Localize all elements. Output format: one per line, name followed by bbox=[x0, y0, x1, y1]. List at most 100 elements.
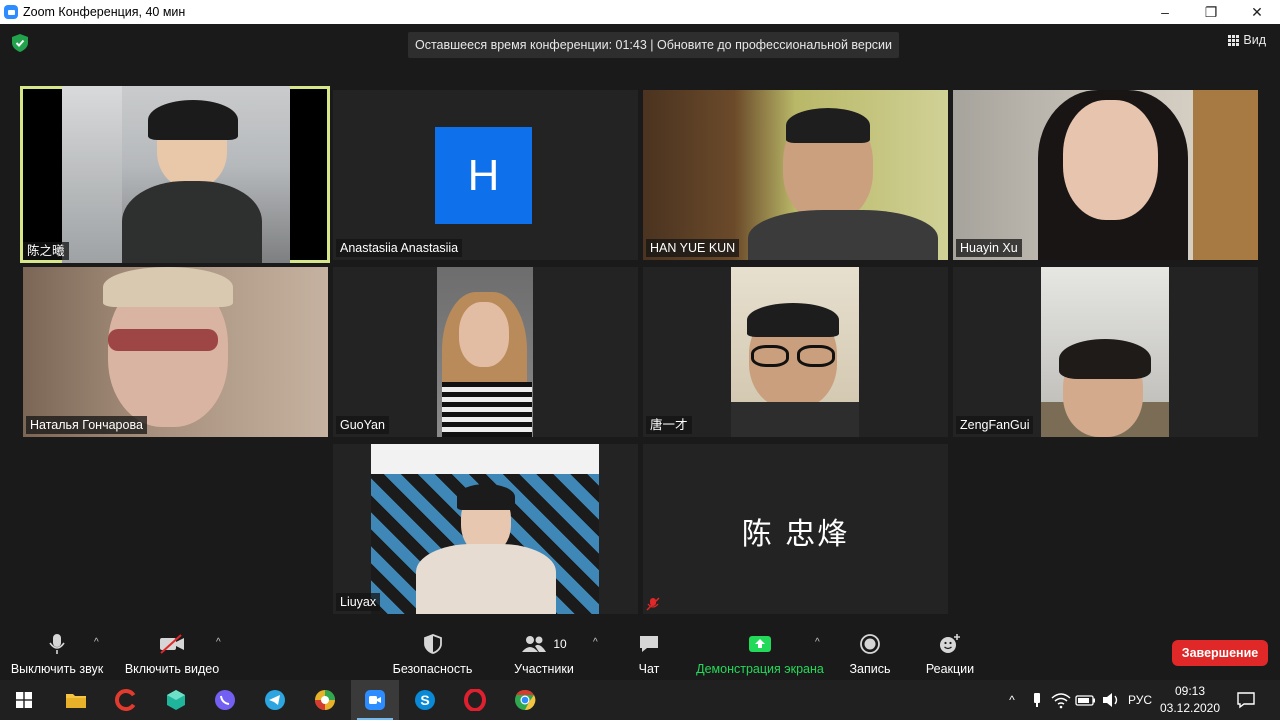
participant-tile[interactable]: Liuyax bbox=[333, 444, 638, 614]
viber-icon bbox=[215, 690, 235, 710]
participant-name: 唐一才 bbox=[646, 416, 692, 434]
chat-label: Чат bbox=[638, 662, 660, 676]
security-button[interactable]: Безопасность bbox=[385, 630, 480, 680]
participant-video bbox=[23, 267, 328, 437]
taskbar-chrome-alt[interactable] bbox=[301, 680, 349, 720]
wifi-icon[interactable] bbox=[1050, 691, 1072, 709]
taskbar-skype[interactable]: S bbox=[401, 680, 449, 720]
windows-start-button[interactable] bbox=[0, 680, 48, 720]
mute-label: Выключить звук bbox=[10, 662, 104, 676]
participant-tile[interactable]: 唐一才 bbox=[643, 267, 948, 437]
participant-name: Huayin Xu bbox=[956, 239, 1022, 257]
taskbar-telegram[interactable] bbox=[251, 680, 299, 720]
taskbar-zoom[interactable] bbox=[351, 680, 399, 720]
participant-video bbox=[953, 90, 1258, 260]
taskbar-clock[interactable]: 09:13 03.12.2020 bbox=[1150, 683, 1230, 717]
participant-name: HAN YUE KUN bbox=[646, 239, 740, 257]
system-tray: ^ РУС bbox=[1002, 680, 1152, 720]
taskbar-ccleaner[interactable] bbox=[102, 680, 150, 720]
folder-icon bbox=[66, 694, 86, 708]
shield-icon bbox=[423, 634, 442, 654]
participant-display-name: 陈 忠烽 bbox=[741, 517, 850, 552]
participant-tile[interactable]: Наталья Гончарова bbox=[23, 267, 328, 437]
participant-video bbox=[437, 267, 533, 437]
end-meeting-button[interactable]: Завершение bbox=[1172, 640, 1268, 666]
grid-view-icon bbox=[1228, 34, 1240, 46]
reactions-button[interactable]: Реакции bbox=[922, 630, 978, 680]
participant-name: Anastasiia Anastasiia bbox=[336, 239, 463, 257]
meeting-timer-banner[interactable]: Оставшееся время конференции: 01:43 | Об… bbox=[408, 32, 900, 58]
participants-label: Участники bbox=[514, 662, 574, 676]
view-label: Вид bbox=[1243, 33, 1266, 47]
record-icon bbox=[860, 634, 880, 654]
volume-icon[interactable] bbox=[1100, 691, 1122, 709]
cube-app-icon bbox=[167, 690, 185, 710]
security-label: Безопасность bbox=[392, 662, 473, 676]
taskbar-file-explorer[interactable] bbox=[52, 680, 100, 720]
participant-tile[interactable]: H Anastasiia Anastasiia bbox=[333, 90, 638, 260]
reactions-label: Реакции bbox=[925, 662, 975, 676]
participant-name: Наталья Гончарова bbox=[26, 416, 147, 434]
participant-video bbox=[643, 90, 948, 260]
video-off-icon bbox=[160, 634, 184, 654]
windows-taskbar: S ^ РУС 09:13 03.12.2020 bbox=[0, 680, 1280, 720]
participant-tile[interactable]: 陈之曦 bbox=[20, 86, 330, 263]
participant-tile[interactable]: GuoYan bbox=[333, 267, 638, 437]
participants-options-chevron-icon[interactable]: ^ bbox=[593, 637, 598, 648]
participant-video bbox=[371, 444, 599, 614]
zoom-logo-icon bbox=[4, 5, 18, 19]
chat-button[interactable]: Чат bbox=[626, 630, 672, 680]
microphone-icon bbox=[49, 634, 65, 654]
audio-options-chevron-icon[interactable]: ^ bbox=[94, 637, 99, 648]
taskbar-chrome[interactable] bbox=[501, 680, 549, 720]
chrome-icon bbox=[515, 689, 536, 711]
action-center-button[interactable] bbox=[1222, 680, 1270, 720]
usb-device-icon[interactable] bbox=[1026, 691, 1048, 709]
share-screen-icon bbox=[749, 636, 771, 652]
clock-date: 03.12.2020 bbox=[1159, 701, 1221, 715]
restore-button[interactable]: ❐ bbox=[1188, 0, 1234, 24]
start-video-button[interactable]: Включить видео bbox=[120, 630, 224, 680]
keyboard-language[interactable]: РУС bbox=[1128, 693, 1152, 707]
participant-video bbox=[731, 267, 859, 437]
share-options-chevron-icon[interactable]: ^ bbox=[815, 637, 820, 648]
clock-time: 09:13 bbox=[1174, 684, 1206, 698]
participant-name: ZengFanGui bbox=[956, 416, 1034, 434]
microphone-muted-icon bbox=[646, 597, 660, 611]
taskbar-viber[interactable] bbox=[201, 680, 249, 720]
participant-tile[interactable]: HAN YUE KUN bbox=[643, 90, 948, 260]
opera-icon bbox=[464, 689, 486, 711]
participant-name: GuoYan bbox=[336, 416, 389, 434]
close-button[interactable]: ✕ bbox=[1234, 0, 1280, 24]
taskbar-opera[interactable] bbox=[451, 680, 499, 720]
battery-icon[interactable] bbox=[1074, 691, 1098, 709]
record-button[interactable]: Запись bbox=[845, 630, 895, 680]
svg-text:S: S bbox=[420, 692, 429, 708]
participant-name: 陈之曦 bbox=[23, 242, 69, 260]
participants-icon bbox=[522, 636, 547, 652]
meeting-area: Оставшееся время конференции: 01:43 | Об… bbox=[0, 24, 1280, 630]
participant-tile[interactable]: ZengFanGui bbox=[953, 267, 1258, 437]
ccleaner-icon bbox=[115, 689, 137, 711]
video-options-chevron-icon[interactable]: ^ bbox=[216, 637, 221, 648]
participants-button[interactable]: 10 Участники bbox=[505, 630, 583, 680]
share-screen-button[interactable]: Демонстрация экрана bbox=[694, 630, 826, 680]
participants-count: 10 bbox=[553, 637, 567, 651]
participant-video bbox=[62, 86, 290, 263]
telegram-icon bbox=[265, 690, 285, 710]
notification-icon bbox=[1237, 692, 1255, 709]
chat-icon bbox=[640, 636, 658, 652]
participant-tile[interactable]: Huayin Xu bbox=[953, 90, 1258, 260]
reactions-icon bbox=[940, 634, 960, 653]
tray-expand-chevron-icon[interactable]: ^ bbox=[1002, 693, 1022, 707]
taskbar-cube-app[interactable] bbox=[152, 680, 200, 720]
start-video-label: Включить видео bbox=[124, 662, 220, 676]
participant-tile[interactable]: 陈 忠烽 bbox=[643, 444, 948, 614]
view-button[interactable]: Вид bbox=[1228, 33, 1266, 47]
meeting-toolbar: Выключить звук ^ Включить видео ^ Безопа… bbox=[0, 630, 1280, 680]
window-title: Zoom Конференция, 40 мин bbox=[23, 5, 186, 19]
window-titlebar: Zoom Конференция, 40 мин – ❐ ✕ bbox=[0, 0, 1280, 24]
windows-logo-icon bbox=[16, 692, 32, 708]
minimize-button[interactable]: – bbox=[1142, 0, 1188, 24]
encryption-shield-icon[interactable] bbox=[12, 34, 28, 52]
